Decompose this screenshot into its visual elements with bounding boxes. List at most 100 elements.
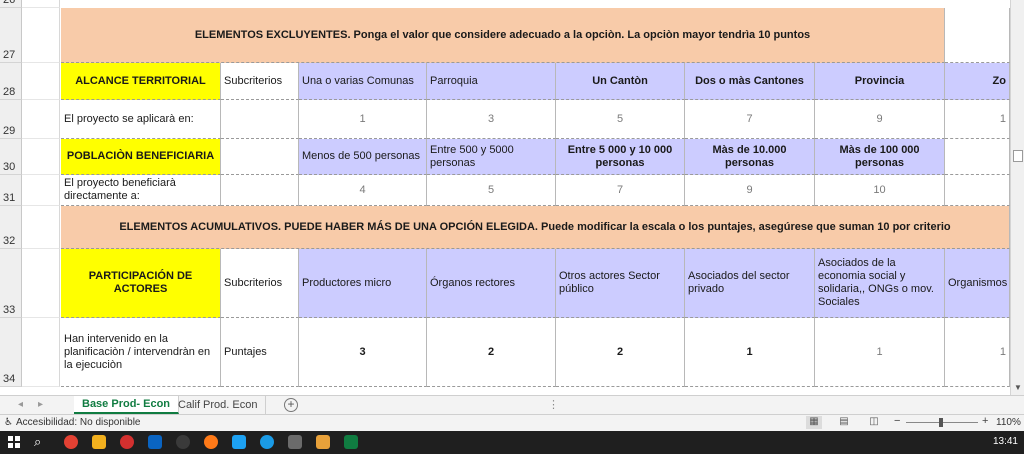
scroll-thumb[interactable] — [1013, 150, 1023, 162]
zoom-slider-knob[interactable] — [939, 418, 943, 427]
cell-a27[interactable] — [22, 8, 60, 63]
pts-organismos[interactable]: 1 — [945, 318, 1010, 387]
opt-sector-privado[interactable]: Asociados del sector privado — [685, 249, 815, 318]
cell-a29[interactable] — [22, 100, 60, 139]
opt-canton[interactable]: Un Cantòn — [556, 63, 685, 100]
subcriterios-header-2[interactable]: Subcriterios — [221, 249, 299, 318]
firefox-icon[interactable] — [204, 435, 218, 449]
add-sheet-button[interactable]: + — [284, 398, 298, 412]
cell-h31[interactable] — [945, 175, 1010, 206]
opt-comunas[interactable]: Una o varias Comunas — [299, 63, 427, 100]
spreadsheet-grid[interactable]: 26 27 ELEMENTOS EXCLUYENTES. Ponga el va… — [0, 0, 1010, 387]
val-dos-cantones[interactable]: 7 — [685, 100, 815, 139]
tab-split-handle-icon[interactable]: ⋮ — [548, 398, 559, 411]
opt-500-5000[interactable]: Entre 500 y 5000 personas — [427, 139, 556, 175]
cell-h27[interactable] — [945, 8, 1010, 63]
windows-start-icon[interactable] — [8, 436, 20, 448]
cell-a26[interactable] — [22, 0, 60, 8]
opt-organos-rectores[interactable]: Órganos rectores — [427, 249, 556, 318]
val-comunas[interactable]: 1 — [299, 100, 427, 139]
val-500-5000[interactable]: 5 — [427, 175, 556, 206]
vertical-scrollbar[interactable]: ▼ — [1010, 0, 1024, 395]
row-header-34[interactable]: 34 — [0, 318, 22, 387]
pts-economia-social[interactable]: 1 — [815, 318, 945, 387]
cell-c29[interactable] — [221, 100, 299, 139]
app-icon[interactable] — [176, 435, 190, 449]
excluyentes-banner[interactable]: ELEMENTOS EXCLUYENTES. Ponga el valor qu… — [61, 8, 945, 63]
row-header-32[interactable]: 32 — [0, 206, 22, 249]
cell-a31[interactable] — [22, 175, 60, 206]
row-header-27[interactable]: 27 — [0, 8, 22, 63]
pts-sector-privado[interactable]: 1 — [685, 318, 815, 387]
row-header-29[interactable]: 29 — [0, 100, 22, 139]
outlook-icon[interactable] — [148, 435, 162, 449]
opt-mas-100000[interactable]: Màs de 100 000 personas — [815, 139, 945, 175]
cell-c30[interactable] — [221, 139, 299, 175]
store-icon[interactable] — [232, 435, 246, 449]
row-header-31[interactable]: 31 — [0, 175, 22, 206]
val-canton[interactable]: 5 — [556, 100, 685, 139]
opt-zona[interactable]: Zo — [945, 63, 1010, 100]
opt-provincia[interactable]: Provincia — [815, 63, 945, 100]
val-parroquia[interactable]: 3 — [427, 100, 556, 139]
chrome-icon[interactable] — [64, 435, 78, 449]
row-header-33[interactable]: 33 — [0, 249, 22, 318]
tab-base-prod-econ[interactable]: Base Prod- Econ — [74, 396, 180, 414]
val-5000-10000[interactable]: 7 — [556, 175, 685, 206]
alcance-territorial-label[interactable]: ALCANCE TERRITORIAL — [61, 63, 221, 100]
aplicara-label[interactable]: El proyecto se aplicarà en: — [61, 100, 221, 139]
opt-5000-10000[interactable]: Entre 5 000 y 10 000 personas — [556, 139, 685, 175]
page-layout-icon[interactable]: ▤ — [836, 416, 852, 429]
poblacion-beneficiaria-label[interactable]: POBLACIÒN BENEFICIARIA — [61, 139, 221, 175]
pts-organos-rectores[interactable]: 2 — [427, 318, 556, 387]
search-icon[interactable]: ⌕ — [34, 434, 41, 450]
val-mas-10000[interactable]: 9 — [685, 175, 815, 206]
prev-sheet-icon[interactable]: ◂ — [18, 399, 23, 410]
zoom-out-button[interactable]: − — [894, 415, 900, 427]
puntajes-header[interactable]: Puntajes — [221, 318, 299, 387]
zoom-level[interactable]: 110% — [996, 417, 1021, 428]
cell-c31[interactable] — [221, 175, 299, 206]
pts-otros-actores[interactable]: 2 — [556, 318, 685, 387]
cell-a34[interactable] — [22, 318, 60, 387]
pts-productores-micro[interactable]: 3 — [299, 318, 427, 387]
accessibility-status[interactable]: ♿ Accesibilidad: No disponible — [4, 417, 141, 428]
cell-a33[interactable] — [22, 249, 60, 318]
val-menos-500[interactable]: 4 — [299, 175, 427, 206]
opt-menos-500[interactable]: Menos de 500 personas — [299, 139, 427, 175]
row-header-26[interactable]: 26 — [0, 0, 22, 8]
acumulativos-banner[interactable]: ELEMENTOS ACUMULATIVOS. PUEDE HABER MÁS … — [61, 206, 1010, 249]
opt-productores-micro[interactable]: Productores micro — [299, 249, 427, 318]
clock[interactable]: 13:41 — [993, 436, 1018, 447]
beneficiara-label[interactable]: El proyecto beneficiarà directamente a: — [61, 175, 221, 206]
row-header-30[interactable]: 30 — [0, 139, 22, 175]
opt-parroquia[interactable]: Parroquia — [427, 63, 556, 100]
opt-dos-cantones[interactable]: Dos o màs Cantones — [685, 63, 815, 100]
cell-h30[interactable] — [945, 139, 1010, 175]
tab-calif-prod-econ[interactable]: Calif Prod. Econ — [170, 396, 267, 414]
normal-view-icon[interactable]: ▦ — [806, 416, 822, 429]
file-explorer-icon[interactable] — [92, 435, 106, 449]
opt-organismos-internacionales[interactable]: Organismos internaciona — [945, 249, 1010, 318]
val-mas-100000[interactable]: 10 — [815, 175, 945, 206]
intervenido-label[interactable]: Han intervenido en la planificaciòn / in… — [61, 318, 221, 387]
participacion-actores-label[interactable]: PARTICIPACIÓN DE ACTORES — [61, 249, 221, 318]
val-zona[interactable]: 1 — [945, 100, 1010, 139]
ms-store-icon[interactable] — [288, 435, 302, 449]
edge-icon[interactable] — [260, 435, 274, 449]
opt-economia-social[interactable]: Asociados de la economia social y solida… — [815, 249, 945, 318]
val-provincia[interactable]: 9 — [815, 100, 945, 139]
row-header-28[interactable]: 28 — [0, 63, 22, 100]
opt-mas-10000[interactable]: Màs de 10.000 personas — [685, 139, 815, 175]
cell-a28[interactable] — [22, 63, 60, 100]
scroll-down-icon[interactable]: ▼ — [1011, 383, 1024, 395]
opera-icon[interactable] — [120, 435, 134, 449]
cell-a32[interactable] — [22, 206, 60, 249]
app-active-icon[interactable] — [316, 435, 330, 449]
next-sheet-icon[interactable]: ▸ — [38, 399, 43, 410]
page-break-icon[interactable]: ◫ — [866, 416, 882, 429]
opt-otros-actores[interactable]: Otros actores Sector público — [556, 249, 685, 318]
cell-a30[interactable] — [22, 139, 60, 175]
zoom-in-button[interactable]: + — [982, 415, 988, 427]
subcriterios-header[interactable]: Subcriterios — [221, 63, 299, 100]
